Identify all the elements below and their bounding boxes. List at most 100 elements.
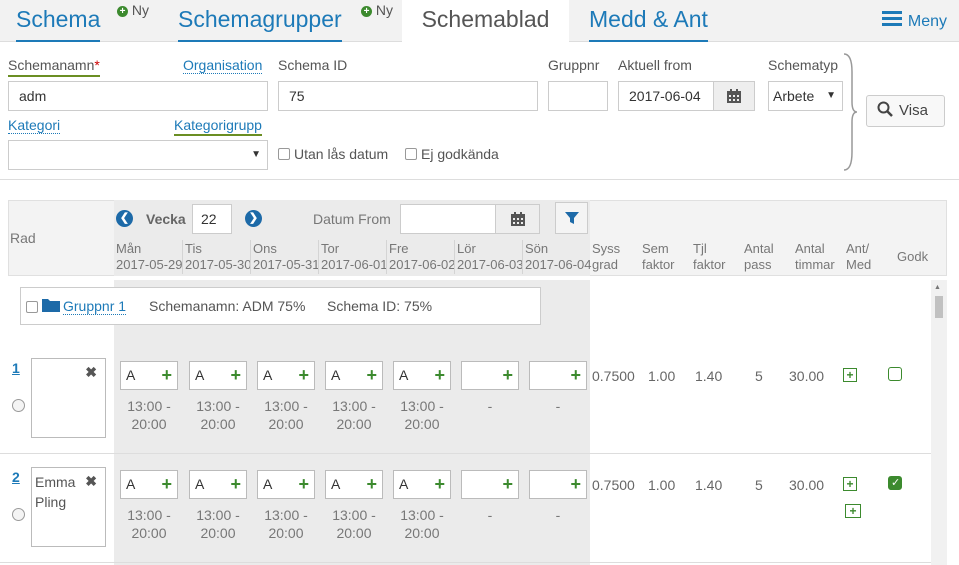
plus-icon[interactable]: + [434, 471, 445, 498]
gruppnr-link[interactable]: Gruppnr 1 [63, 298, 127, 315]
syss-grad-value: 0.7500 [592, 368, 635, 384]
menu-button[interactable]: Meny [881, 8, 947, 31]
shift-input[interactable]: A + [189, 361, 247, 390]
shift-input[interactable]: A + [325, 361, 383, 390]
kategorigrupp-link[interactable]: Kategorigrupp [174, 117, 262, 136]
plus-icon[interactable]: + [161, 362, 172, 389]
plus-icon[interactable]: + [570, 362, 581, 389]
plus-icon[interactable]: + [366, 362, 377, 389]
scrollbar-track[interactable] [931, 280, 947, 565]
ej-godkanda-checkbox[interactable] [405, 148, 417, 160]
day-date: 2017-06-01 [321, 257, 388, 272]
tab-schemagrupper[interactable]: Schemagrupper [178, 0, 342, 42]
shift-input[interactable]: + [461, 470, 519, 499]
utan-las-datum-option[interactable]: Utan lås datum [278, 146, 388, 162]
sem-faktor-value: 1.00 [648, 368, 676, 384]
schematyp-select[interactable]: Arbete ▼ [768, 81, 843, 111]
plus-icon[interactable]: + [502, 362, 513, 389]
calendar-button[interactable] [713, 81, 755, 111]
datum-calendar-button[interactable] [495, 204, 540, 234]
plus-icon[interactable]: + [502, 471, 513, 498]
visa-button[interactable]: Visa [866, 95, 945, 127]
next-week-button[interactable]: ❯ [245, 210, 262, 227]
plus-icon: + [117, 6, 128, 17]
day-date: 2017-05-31 [253, 257, 320, 272]
plus-icon[interactable]: + [570, 471, 581, 498]
required-mark: * [94, 57, 100, 73]
shift-start: - [555, 398, 561, 414]
tab-schema[interactable]: Schema [16, 0, 101, 42]
day-name: Lör [457, 241, 476, 256]
gruppnr-input[interactable] [548, 81, 608, 111]
organisation-link[interactable]: Organisation [183, 57, 263, 74]
schema-id-input[interactable]: 75 [278, 81, 538, 111]
plus-icon[interactable]: + [230, 471, 241, 498]
new-schemagrupp-button[interactable]: + Ny [361, 2, 393, 18]
shift-code: A [331, 476, 341, 492]
kategori-link[interactable]: Kategori [8, 117, 61, 134]
shift-start: 13:00 - [127, 507, 171, 523]
shift-input[interactable]: A + [257, 361, 315, 390]
shift-input[interactable]: A + [120, 470, 178, 499]
filter-icon [564, 212, 579, 224]
new-schema-button[interactable]: + Ny [117, 2, 149, 18]
row-number-link[interactable]: 2 [12, 469, 20, 485]
add-meddelande-button[interactable]: + [845, 504, 861, 518]
shift-input[interactable]: + [529, 361, 587, 390]
day-date: 2017-06-02 [389, 257, 456, 272]
utan-las-datum-checkbox[interactable] [278, 148, 290, 160]
plus-icon[interactable]: + [298, 362, 309, 389]
shift-input[interactable]: A + [325, 470, 383, 499]
group-checkbox[interactable] [26, 301, 38, 313]
shift-input[interactable]: A + [257, 470, 315, 499]
tab-schemablad[interactable]: Schemablad [402, 0, 569, 43]
plus-icon[interactable]: + [230, 362, 241, 389]
datum-from-input[interactable] [400, 204, 496, 234]
tab-medd-ant[interactable]: Medd & Ant [589, 0, 708, 42]
shift-code: A [195, 476, 205, 492]
godk-checkbox[interactable] [888, 367, 902, 381]
filter-button[interactable] [555, 202, 588, 234]
shift-input[interactable]: A + [120, 361, 178, 390]
add-anteckning-button[interactable]: + [843, 368, 857, 382]
day-header: Fre 2017-06-02 [389, 241, 456, 273]
shift-time: 13:00 - 20:00 [319, 397, 389, 433]
schemanamn-input[interactable]: adm [8, 81, 268, 111]
syss-line1: Syss [592, 241, 621, 256]
employee-name-box[interactable]: ✖ [31, 358, 106, 438]
column-divider [318, 240, 319, 274]
row-radio[interactable] [12, 508, 25, 521]
antal-pass-value: 5 [755, 477, 763, 493]
shift-input[interactable]: + [461, 361, 519, 390]
scroll-up-icon[interactable]: ▲ [934, 284, 941, 291]
godk-checkbox[interactable] [888, 476, 902, 490]
kategori-select[interactable]: ▼ [8, 140, 268, 170]
shift-time: 13:00 - 20:00 [183, 506, 253, 542]
shift-code: A [263, 367, 273, 383]
scrollbar-thumb[interactable] [935, 296, 943, 318]
row-number-link[interactable]: 1 [12, 360, 20, 376]
vecka-input[interactable]: 22 [192, 204, 232, 234]
add-anteckning-button[interactable]: + [843, 477, 857, 491]
shift-input[interactable]: + [529, 470, 587, 499]
aktuell-from-input[interactable]: 2017-06-04 [618, 81, 714, 111]
sem-faktor-header: Sem faktor [642, 241, 675, 273]
shift-time: 13:00 - 20:00 [114, 397, 184, 433]
prev-week-button[interactable]: ❮ [116, 210, 133, 227]
employee-name-box[interactable]: Emma Pling ✖ [31, 467, 106, 547]
ej-godkanda-option[interactable]: Ej godkända [405, 146, 499, 162]
plus-icon[interactable]: + [434, 362, 445, 389]
shift-time: - [523, 397, 593, 415]
row-radio[interactable] [12, 399, 25, 412]
plus-icon[interactable]: + [161, 471, 172, 498]
shift-input[interactable]: A + [189, 470, 247, 499]
shift-start: - [487, 507, 493, 523]
plus-icon[interactable]: + [366, 471, 377, 498]
shift-input[interactable]: A + [393, 361, 451, 390]
close-icon[interactable]: ✖ [85, 471, 97, 491]
shift-input[interactable]: A + [393, 470, 451, 499]
new-schema-label: Ny [131, 2, 150, 18]
plus-icon[interactable]: + [298, 471, 309, 498]
shift-end: 20:00 [131, 525, 167, 541]
close-icon[interactable]: ✖ [85, 362, 97, 382]
